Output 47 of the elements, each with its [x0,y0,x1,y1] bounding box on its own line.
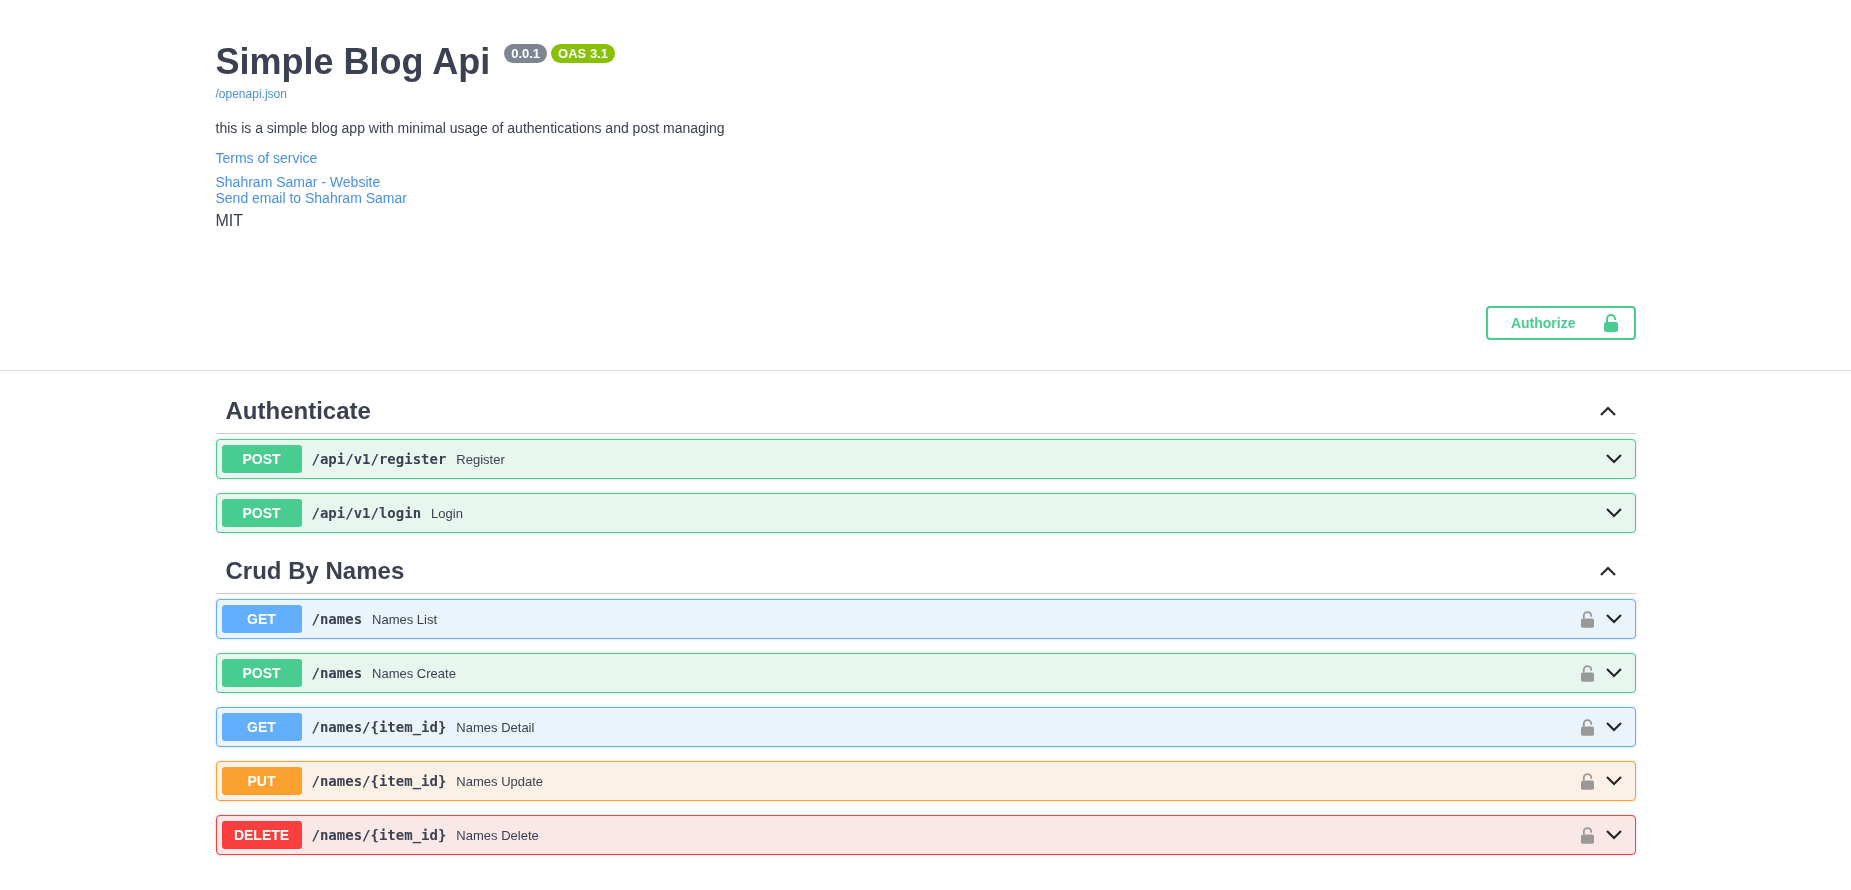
section-heading[interactable]: Crud By Names [225,557,405,585]
method-badge: POST [221,445,302,473]
endpoint-summary: Login [431,505,463,521]
api-description: this is a simple blog app with minimal usage of authentications and post managing [215,120,726,136]
endpoint-path: /names [311,665,363,681]
unlock-icon[interactable] [1580,718,1594,736]
chevron-down-icon[interactable] [1605,830,1622,840]
unlock-icon [1603,314,1618,332]
operation-row[interactable]: POST /names Names Create [215,653,1636,693]
endpoint-summary: Names Delete [456,827,539,843]
method-badge: POST [221,659,302,687]
chevron-down-icon[interactable] [1605,722,1622,732]
method-badge: GET [221,713,302,741]
section-heading[interactable]: Authenticate [225,397,371,425]
operation-row[interactable]: PUT /names/{item_id} Names Update [215,761,1636,801]
endpoint-summary: Names Create [372,665,456,681]
chevron-down-icon[interactable] [1605,508,1622,518]
endpoint-summary: Names Update [456,773,544,789]
method-badge: POST [221,499,302,527]
operation-row[interactable]: POST /api/v1/login Login [215,493,1636,533]
chevron-down-icon[interactable] [1605,454,1622,464]
operation-row[interactable]: GET /names Names List [215,599,1636,639]
endpoint-path: /names/{item_id} [311,827,447,843]
unlock-icon[interactable] [1580,664,1594,682]
endpoint-summary: Register [456,451,505,467]
endpoint-path: /api/v1/login [311,505,422,521]
endpoint-summary: Names Detail [456,719,535,735]
operation-row[interactable]: POST /api/v1/register Register [215,439,1636,479]
chevron-down-icon[interactable] [1605,668,1622,678]
endpoint-summary: Names List [372,611,438,627]
operation-row[interactable]: DELETE /names/{item_id} Names Delete [215,815,1636,855]
method-badge: GET [221,605,302,633]
api-title: Simple Blog Api [215,40,491,84]
license-text: MIT [215,212,245,230]
endpoint-path: /names [311,611,363,627]
endpoint-path: /names/{item_id} [311,773,447,789]
unlock-icon[interactable] [1580,772,1594,790]
chevron-down-icon[interactable] [1605,776,1622,786]
method-badge: DELETE [221,821,302,849]
chevron-down-icon[interactable] [1605,614,1622,624]
operation-row[interactable]: GET /names/{item_id} Names Detail [215,707,1636,747]
method-badge: PUT [221,767,302,795]
endpoint-path: /api/v1/register [311,451,447,467]
unlock-icon[interactable] [1580,610,1594,628]
version-badge: 0.0.1 [504,44,548,63]
endpoint-path: /names/{item_id} [311,719,447,735]
oas-badge: OAS 3.1 [551,44,615,63]
